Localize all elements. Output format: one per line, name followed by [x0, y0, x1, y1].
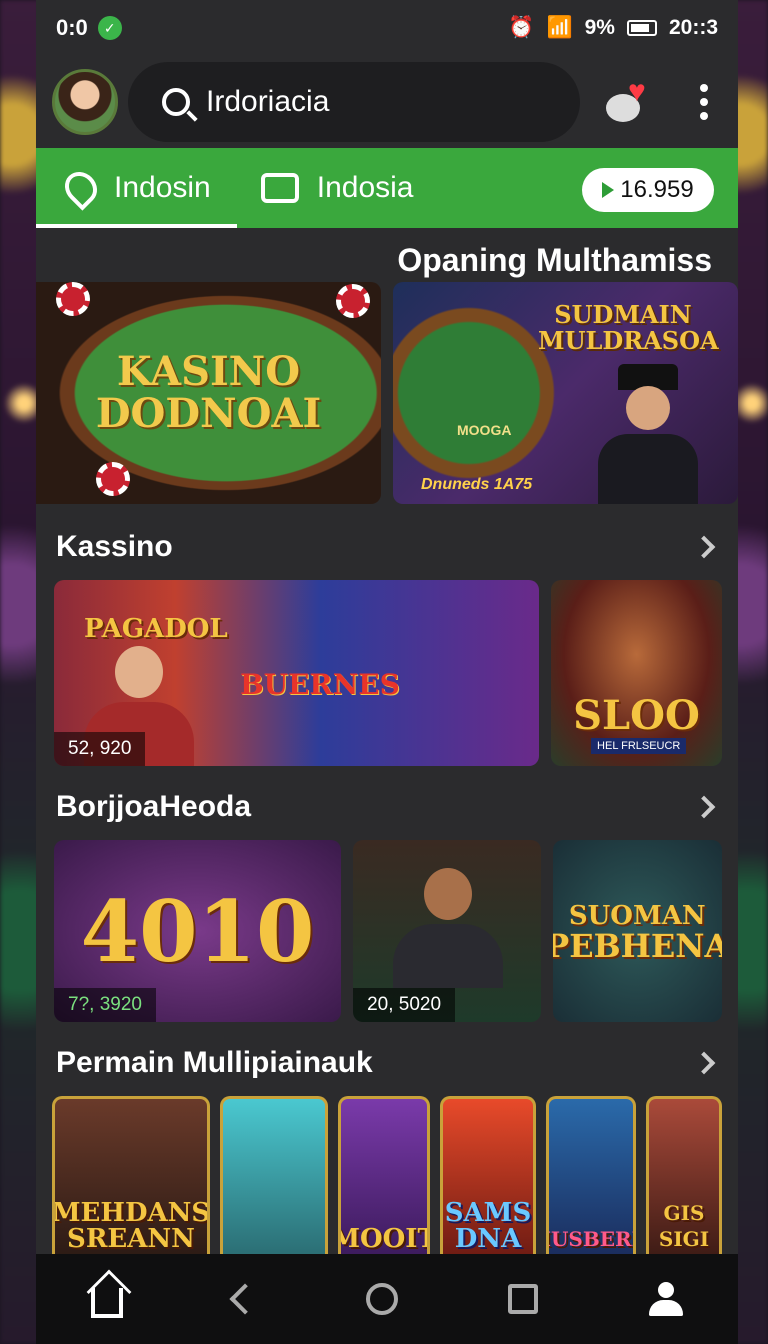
game-card[interactable]: SUOMAN PEBHENA [552, 840, 722, 1022]
circle-icon[interactable] [365, 1283, 398, 1315]
game-card[interactable]: 4010 7?, 3920 [54, 840, 342, 1022]
tab-bar: Indosin Indosia 16.959 [36, 148, 738, 228]
location-pin-icon [58, 165, 104, 211]
battery-percent: 9% [584, 16, 615, 39]
section-borjjoa-header[interactable]: BorjjoaHeoda [36, 774, 738, 840]
banner-title: KASINO DODNOAI [95, 348, 322, 437]
tab-indosia[interactable]: Indosia [260, 148, 414, 228]
search-bar[interactable]: Irdoriacia [128, 62, 580, 142]
square-icon[interactable] [508, 1284, 539, 1314]
chip-icon [96, 462, 130, 496]
game-subtitle: HEL FRLSEUCR [591, 738, 687, 754]
promo-banners: KASINO DODNOAI SUDMAIN MULDRASOA MOOGA D… [36, 282, 738, 504]
game-title: MEHDANS SREANN [52, 1198, 210, 1254]
game-card[interactable]: MEHDANS SREANN [52, 1096, 210, 1262]
game-title: SAMS DNA [444, 1198, 532, 1254]
status-time: 20::3 [668, 16, 718, 39]
game-card[interactable] [220, 1096, 328, 1262]
game-card[interactable]: MOOIT [338, 1096, 430, 1262]
chevron-right-icon [692, 535, 716, 559]
home-icon[interactable] [91, 1288, 124, 1318]
play-icon [602, 182, 615, 198]
background-left [0, 0, 40, 1344]
battery-icon [626, 20, 657, 36]
multiplayer-row: MEHDANS SREANN MOOIT SAMS DNA HUSBERN GI… [36, 1096, 738, 1262]
tab-label: Indosin [114, 171, 211, 204]
tab-label: Indosia [316, 171, 414, 204]
more-options-icon[interactable] [700, 84, 722, 120]
profile-icon[interactable] [648, 1282, 683, 1316]
tv-icon [260, 173, 299, 203]
game-title: HUSBERN [549, 1227, 633, 1251]
portrait-illustration [393, 868, 504, 988]
player-count: 7?, 3920 [54, 988, 156, 1022]
back-icon[interactable] [229, 1283, 261, 1315]
game-card[interactable]: PAGADOL BUERNES 52, 920 [54, 580, 540, 766]
game-title: PAGADOL [84, 614, 228, 644]
chip-icon [56, 282, 90, 316]
game-card[interactable]: HUSBERN [546, 1096, 636, 1262]
chevron-right-icon [692, 795, 716, 819]
dealer-illustration [598, 364, 698, 504]
section-title: BorjjoaHeoda [56, 790, 252, 823]
app-header: Irdoriacia ♥ [36, 56, 738, 148]
kassino-row: PAGADOL BUERNES 52, 920 SLOO HEL FRLSEUC… [36, 580, 738, 766]
banner-title: SUDMAIN MULDRASOA [538, 300, 719, 355]
status-bar: 0:0 ✓ ⏰ 📶 9% 20::3 [36, 0, 738, 56]
player-count: 20, 5020 [353, 988, 456, 1022]
balance-value: 16.959 [620, 176, 694, 203]
bottom-nav-bar [36, 1254, 738, 1344]
avatar[interactable] [52, 69, 118, 135]
promo-title: Opaning Multhamiss [397, 242, 712, 278]
alarm-icon: ⏰ [508, 16, 535, 39]
section-title: Permain Mullipiainauk [56, 1046, 373, 1079]
game-card[interactable]: SLOO HEL FRLSEUCR [551, 580, 722, 766]
game-card[interactable]: 20, 5020 [353, 840, 541, 1022]
game-title: GIS SIGI [658, 1201, 710, 1251]
game-title: MOOIT [341, 1224, 427, 1254]
game-title: 4010 [80, 881, 315, 981]
borjjoa-row: 4010 7?, 3920 20, 5020 SUOMAN PEBHENA [36, 840, 738, 1022]
search-icon [162, 88, 190, 116]
chat-icon[interactable]: ♥ [602, 72, 662, 132]
chip-icon [336, 284, 370, 318]
game-title: SLOO [573, 692, 700, 739]
game-title: BUERNES [240, 668, 400, 701]
game-card[interactable]: SAMS DNA [440, 1096, 536, 1262]
section-kassino-header[interactable]: Kassino [36, 514, 738, 580]
player-count: 52, 920 [54, 732, 146, 766]
search-input[interactable]: Irdoriacia [206, 85, 329, 119]
promo-banner-sudmain[interactable]: SUDMAIN MULDRASOA MOOGA Dnuneds 1A75 [393, 282, 738, 504]
section-multiplayer-header[interactable]: Permain Mullipiainauk [36, 1030, 738, 1096]
promo-banner-kasino[interactable]: KASINO DODNOAI [36, 282, 381, 504]
game-title: SUOMAN PEBHENA [552, 901, 722, 965]
tab-indosin[interactable]: Indosin [36, 148, 237, 228]
banner-small-label: MOOGA [457, 422, 512, 438]
heart-icon: ♥ [628, 75, 646, 108]
app-screen: 0:0 ✓ ⏰ 📶 9% 20::3 Irdoriacia ♥ Indosin [36, 0, 738, 1344]
wifi-icon: 📶 [546, 16, 573, 39]
game-card[interactable]: GIS SIGI [646, 1096, 722, 1262]
banner-bottom-label: Dnuneds 1A75 [421, 476, 533, 493]
section-title: Kassino [56, 530, 173, 563]
balance-badge[interactable]: 16.959 [582, 168, 714, 212]
chevron-right-icon [692, 1051, 716, 1075]
notification-icon: ✓ [97, 16, 122, 40]
status-left-text: 0:0 [56, 15, 88, 40]
